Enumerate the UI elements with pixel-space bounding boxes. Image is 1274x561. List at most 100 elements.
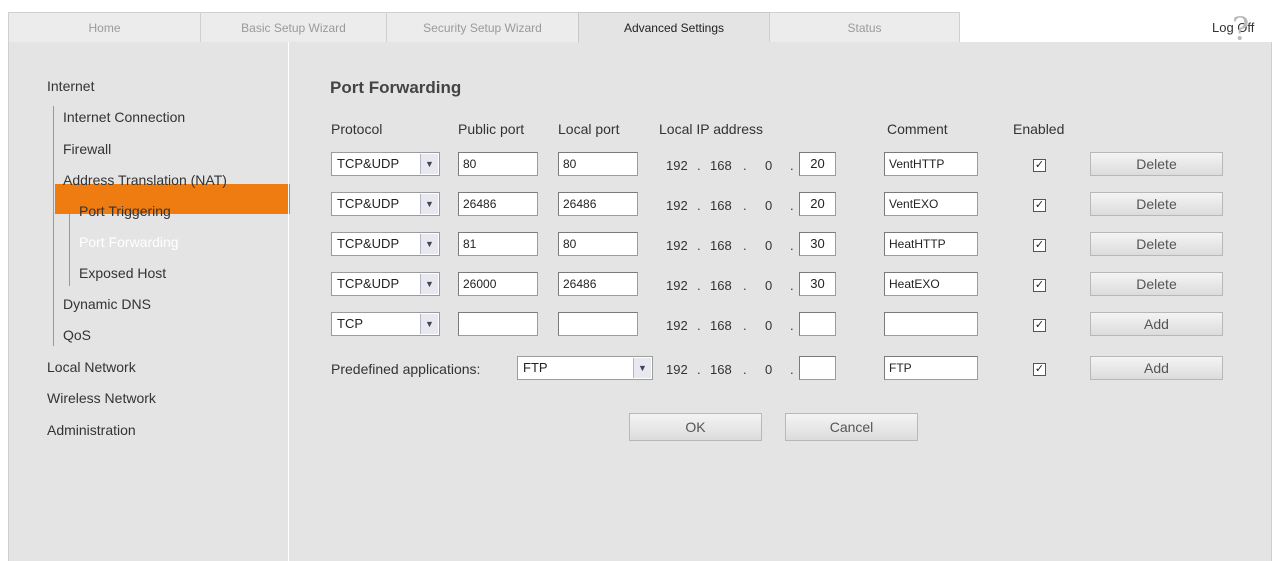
local-port-input[interactable]: 80 bbox=[558, 152, 638, 176]
predefined-enabled-checkbox[interactable]: ✓ bbox=[1033, 363, 1046, 376]
ip-octet-1: 192 bbox=[666, 278, 688, 293]
ip-dot: . bbox=[697, 158, 701, 173]
header-public-port: Public port bbox=[458, 121, 525, 137]
ip-octet-2: 168 bbox=[710, 158, 732, 173]
header-protocol: Protocol bbox=[331, 121, 383, 137]
protocol-select[interactable]: TCP&UDP ▼ bbox=[331, 192, 440, 216]
local-port-input[interactable]: 80 bbox=[558, 232, 638, 256]
ip-dot: . bbox=[743, 198, 747, 213]
enabled-checkbox[interactable]: ✓ bbox=[1033, 279, 1046, 292]
ok-button[interactable]: OK bbox=[629, 413, 762, 441]
header-local-ip: Local IP address bbox=[659, 121, 764, 137]
public-port-input[interactable]: 26486 bbox=[458, 192, 538, 216]
ip-dot: . bbox=[697, 278, 701, 293]
ip-octet-2: 168 bbox=[710, 318, 732, 333]
ip-last-octet-input[interactable]: 20 bbox=[799, 192, 836, 216]
predefined-select-value: FTP bbox=[523, 360, 548, 375]
sidebar-item-exposed-host[interactable]: Exposed Host bbox=[79, 265, 166, 281]
protocol-select-value: TCP&UDP bbox=[337, 236, 400, 251]
comment-input[interactable] bbox=[884, 312, 978, 336]
public-port-input[interactable]: 26000 bbox=[458, 272, 538, 296]
ip-last-octet-input[interactable]: 30 bbox=[799, 232, 836, 256]
protocol-select[interactable]: TCP ▼ bbox=[331, 312, 440, 336]
sidebar-divider bbox=[288, 42, 289, 561]
cancel-button[interactable]: Cancel bbox=[785, 413, 918, 441]
enabled-checkbox[interactable]: ✓ bbox=[1033, 319, 1046, 332]
ip-dot: . bbox=[697, 362, 701, 377]
tab-status[interactable]: Status bbox=[769, 12, 960, 42]
ip-last-octet-input[interactable] bbox=[799, 312, 836, 336]
ip-dot: . bbox=[697, 238, 701, 253]
enabled-checkbox[interactable]: ✓ bbox=[1033, 199, 1046, 212]
delete-button[interactable]: Delete bbox=[1090, 272, 1223, 296]
sidebar-item-firewall[interactable]: Firewall bbox=[63, 141, 111, 157]
sidebar-item-qos[interactable]: QoS bbox=[63, 327, 91, 343]
sidebar-item-wireless-network[interactable]: Wireless Network bbox=[47, 390, 156, 406]
ip-octet-3: 0 bbox=[765, 278, 773, 293]
ip-dot: . bbox=[790, 158, 794, 173]
sidebar-item-dynamic-dns[interactable]: Dynamic DNS bbox=[63, 296, 151, 312]
sidebar-item-administration[interactable]: Administration bbox=[47, 422, 136, 438]
tab-basic-setup-wizard[interactable]: Basic Setup Wizard bbox=[200, 12, 387, 42]
sidebar-item-internet-connection[interactable]: Internet Connection bbox=[63, 109, 185, 125]
protocol-select-value: TCP&UDP bbox=[337, 196, 400, 211]
enabled-checkbox[interactable]: ✓ bbox=[1033, 239, 1046, 252]
ip-dot: . bbox=[790, 318, 794, 333]
chevron-down-icon: ▼ bbox=[420, 274, 438, 294]
comment-input[interactable]: VentEXO bbox=[884, 192, 978, 216]
predefined-ip-last-input[interactable] bbox=[799, 356, 836, 380]
top-tabs: Home Basic Setup Wizard Security Setup W… bbox=[8, 12, 960, 44]
protocol-select[interactable]: TCP&UDP ▼ bbox=[331, 232, 440, 256]
chevron-down-icon: ▼ bbox=[420, 314, 438, 334]
ip-octet-1: 192 bbox=[666, 238, 688, 253]
delete-button[interactable]: Delete bbox=[1090, 232, 1223, 256]
public-port-input[interactable]: 80 bbox=[458, 152, 538, 176]
header-comment: Comment bbox=[887, 121, 948, 137]
tab-security-setup-wizard[interactable]: Security Setup Wizard bbox=[386, 12, 579, 42]
sidebar-item-port-forwarding[interactable]: Port Forwarding bbox=[79, 234, 179, 250]
predefined-ip-2: 168 bbox=[710, 362, 732, 377]
enabled-checkbox[interactable]: ✓ bbox=[1033, 159, 1046, 172]
local-port-input[interactable]: 26486 bbox=[558, 192, 638, 216]
tab-home[interactable]: Home bbox=[8, 12, 201, 42]
comment-input[interactable]: HeatHTTP bbox=[884, 232, 978, 256]
local-port-input[interactable]: 26486 bbox=[558, 272, 638, 296]
ip-octet-1: 192 bbox=[666, 318, 688, 333]
public-port-input[interactable] bbox=[458, 312, 538, 336]
ip-dot: . bbox=[790, 238, 794, 253]
ip-dot: . bbox=[790, 198, 794, 213]
sidebar-item-local-network[interactable]: Local Network bbox=[47, 359, 136, 375]
comment-input[interactable]: HeatEXO bbox=[884, 272, 978, 296]
predefined-ip-3: 0 bbox=[765, 362, 773, 377]
predefined-select[interactable]: FTP ▼ bbox=[517, 356, 653, 380]
ip-dot: . bbox=[743, 278, 747, 293]
add-button[interactable]: Add bbox=[1090, 312, 1223, 336]
protocol-select-value: TCP&UDP bbox=[337, 156, 400, 171]
comment-input[interactable]: VentHTTP bbox=[884, 152, 978, 176]
ip-dot: . bbox=[697, 198, 701, 213]
local-port-input[interactable] bbox=[558, 312, 638, 336]
protocol-select[interactable]: TCP&UDP ▼ bbox=[331, 272, 440, 296]
predefined-comment-input[interactable]: FTP bbox=[884, 356, 978, 380]
predefined-ip-1: 192 bbox=[666, 362, 688, 377]
main-panel bbox=[8, 42, 1272, 561]
sidebar-item-nat[interactable]: Address Translation (NAT) bbox=[63, 172, 227, 188]
protocol-select[interactable]: TCP&UDP ▼ bbox=[331, 152, 440, 176]
ip-dot: . bbox=[790, 362, 794, 377]
ip-octet-3: 0 bbox=[765, 238, 773, 253]
delete-button[interactable]: Delete bbox=[1090, 192, 1223, 216]
help-icon[interactable]: ? bbox=[1232, 10, 1249, 48]
ip-dot: . bbox=[790, 278, 794, 293]
sidebar-item-port-triggering[interactable]: Port Triggering bbox=[79, 203, 171, 219]
tab-advanced-settings[interactable]: Advanced Settings bbox=[578, 12, 770, 44]
ip-dot: . bbox=[743, 318, 747, 333]
protocol-select-value: TCP&UDP bbox=[337, 276, 400, 291]
ip-last-octet-input[interactable]: 20 bbox=[799, 152, 836, 176]
delete-button[interactable]: Delete bbox=[1090, 152, 1223, 176]
predefined-label: Predefined applications: bbox=[331, 361, 481, 377]
predefined-add-button[interactable]: Add bbox=[1090, 356, 1223, 380]
chevron-down-icon: ▼ bbox=[633, 358, 651, 378]
ip-last-octet-input[interactable]: 30 bbox=[799, 272, 836, 296]
sidebar-item-internet[interactable]: Internet bbox=[47, 78, 94, 94]
public-port-input[interactable]: 81 bbox=[458, 232, 538, 256]
